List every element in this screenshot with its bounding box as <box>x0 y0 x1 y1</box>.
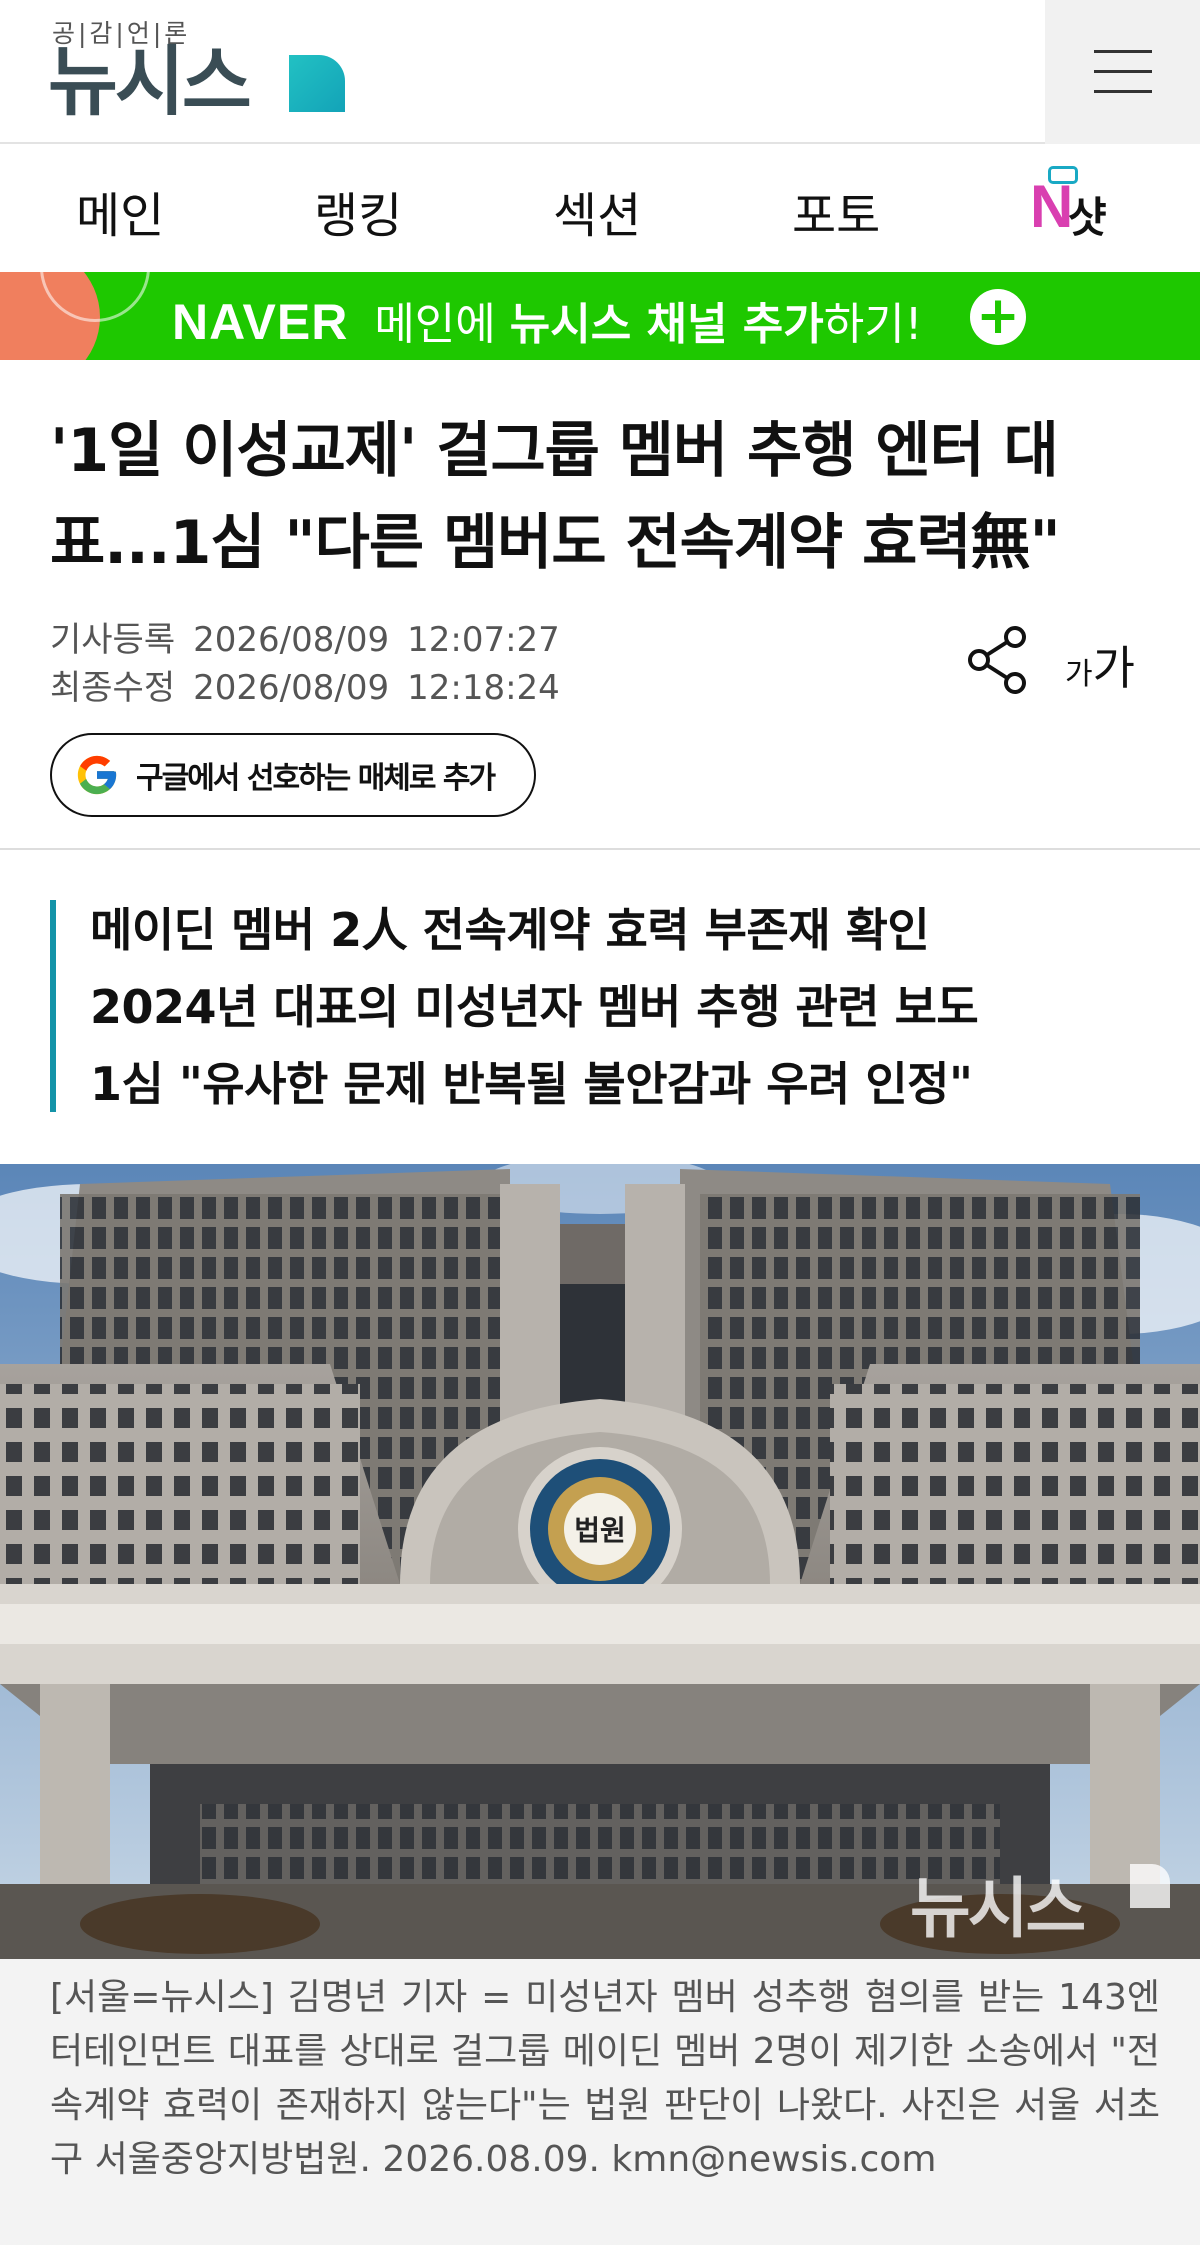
share-icon <box>968 626 1026 694</box>
registered-label: 기사등록 <box>50 620 176 660</box>
article-photo[interactable]: 법원 <box>0 1164 1200 1959</box>
modified-date: 2026/08/09 <box>193 668 390 708</box>
font-size-small: 가 <box>1065 657 1093 692</box>
banner-text: NAVER 메인에 뉴시스 채널 추가하기! <box>172 288 922 352</box>
hamburger-icon <box>1093 50 1152 93</box>
photo-caption: [서울=뉴시스] 김명년 기자 = 미성년자 멤버 성추행 혐의를 받는 143… <box>0 1959 1200 2245</box>
watermark-mark-icon <box>1130 1864 1170 1908</box>
share-button[interactable] <box>965 625 1029 695</box>
google-preferred-source-button[interactable]: 구글에서 선호하는 매체로 추가 <box>50 733 536 817</box>
google-button-label: 구글에서 선호하는 매체로 추가 <box>136 761 496 796</box>
caption-text: [서울=뉴시스] 김명년 기자 = 미성년자 멤버 성추행 혐의를 받는 143… <box>50 1977 1160 2180</box>
font-size-button[interactable]: 가가 <box>1065 632 1135 698</box>
google-icon <box>77 755 117 795</box>
site-header: 공|감|언|론 뉴시스 <box>0 0 1200 144</box>
summary-line: 메이딘 멤버 2人 전속계약 효력 부존재 확인 <box>90 903 930 957</box>
registered-date: 2026/08/09 <box>193 620 390 660</box>
hamburger-menu-button[interactable] <box>1045 0 1200 144</box>
modified-meta: 최종수정 2026/08/09 12:18:24 <box>50 660 560 709</box>
nav-item-nshot[interactable]: N 샷 <box>1030 166 1120 246</box>
modified-time: 12:18:24 <box>407 668 560 708</box>
modified-label: 최종수정 <box>50 668 176 708</box>
nav-item-main[interactable]: 메인 <box>76 176 164 246</box>
main-nav: 메인 랭킹 섹션 포토 N 샷 <box>0 146 1200 272</box>
font-size-large: 가 <box>1092 641 1135 695</box>
summary-line: 2024년 대표의 미성년자 멤버 추행 관련 보도 <box>90 980 979 1034</box>
registered-meta: 기사등록 2026/08/09 12:07:27 <box>50 612 560 661</box>
nshot-n: N <box>1030 173 1074 240</box>
court-seal-text: 법원 <box>574 1514 626 1547</box>
site-logo[interactable]: 뉴시스 <box>48 42 252 122</box>
nav-item-photo[interactable]: 포토 <box>792 176 880 246</box>
logo-mark-icon <box>289 55 345 112</box>
nav-item-ranking[interactable]: 랭킹 <box>314 176 402 246</box>
article-title: '1일 이성교제' 걸그룹 멤버 추행 엔터 대표...1심 "다른 멤버도 전… <box>50 416 1061 578</box>
nshot-label: 샷 <box>1068 193 1107 242</box>
naver-channel-banner[interactable]: NAVER 메인에 뉴시스 채널 추가하기! + <box>0 272 1200 360</box>
plus-icon: + <box>970 289 1026 345</box>
registered-time: 12:07:27 <box>407 620 560 660</box>
article-summary: 메이딘 멤버 2人 전속계약 효력 부존재 확인 2024년 대표의 미성년자 … <box>50 900 1150 1112</box>
banner-text-1: 메인에 <box>360 299 510 350</box>
summary-line: 1심 "유사한 문제 반복될 불안감과 우려 인정" <box>90 1057 973 1111</box>
photo-watermark: 뉴시스 <box>910 1870 1086 1947</box>
naver-wordmark: NAVER <box>172 294 349 350</box>
divider <box>0 848 1200 850</box>
banner-text-3: 하기! <box>823 299 923 350</box>
banner-text-2: 뉴시스 채널 추가 <box>509 299 824 350</box>
nav-item-section[interactable]: 섹션 <box>553 176 641 246</box>
court-building-image: 법원 <box>0 1164 1200 1959</box>
